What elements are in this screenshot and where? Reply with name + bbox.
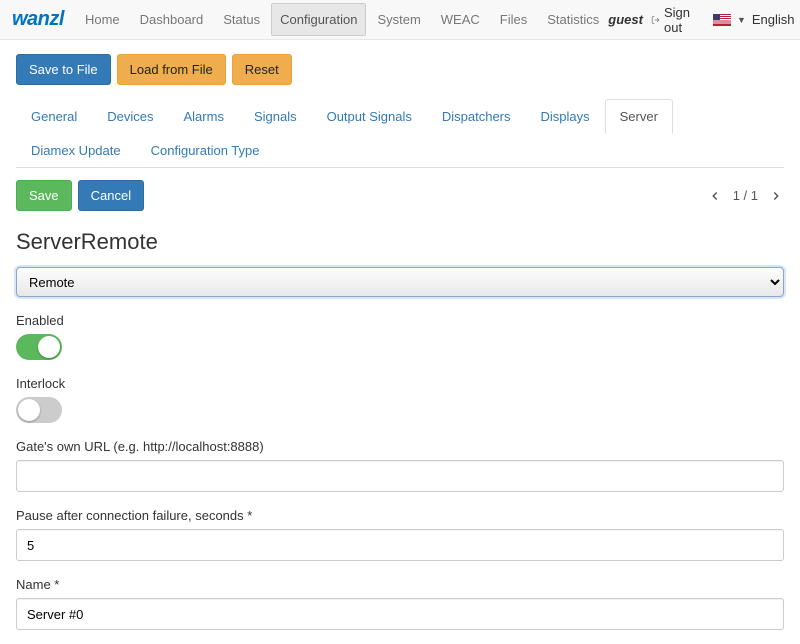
config-tabs: General Devices Alarms Signals Output Si… [16,99,784,168]
tab-diamex-update[interactable]: Diamex Update [16,133,136,168]
tab-output-signals[interactable]: Output Signals [312,99,427,134]
nav-status[interactable]: Status [214,3,269,36]
topbar-right: guest Sign out ▼ English [608,5,794,35]
caret-down-icon: ▼ [737,15,746,25]
field-name: Name * [16,577,784,630]
nav-home[interactable]: Home [76,3,129,36]
cancel-button[interactable]: Cancel [78,180,144,211]
name-label: Name * [16,577,784,592]
tab-server[interactable]: Server [605,99,673,134]
interlock-label: Interlock [16,376,784,391]
nav-dashboard[interactable]: Dashboard [131,3,213,36]
language-label: English [752,12,795,27]
enabled-toggle[interactable] [16,334,62,360]
topbar: wanzl Home Dashboard Status Configuratio… [0,0,800,40]
nav-statistics[interactable]: Statistics [538,3,608,36]
tab-devices[interactable]: Devices [92,99,168,134]
nav-weac[interactable]: WEAC [432,3,489,36]
tab-dispatchers[interactable]: Dispatchers [427,99,526,134]
content: Save to File Load from File Reset Genera… [0,40,800,644]
pager-text: 1 / 1 [733,188,758,203]
pager: 1 / 1 [707,188,784,204]
tab-signals[interactable]: Signals [239,99,312,134]
action-row: Save Cancel 1 / 1 [16,180,784,211]
pause-label: Pause after connection failure, seconds … [16,508,784,523]
logo: wanzl [12,8,64,31]
nav-files[interactable]: Files [491,3,536,36]
pause-input[interactable] [16,529,784,561]
tab-alarms[interactable]: Alarms [169,99,239,134]
gate-url-input[interactable] [16,460,784,492]
nav-configuration[interactable]: Configuration [271,3,366,36]
server-type-select[interactable]: Remote [16,267,784,297]
pager-next-icon[interactable] [768,188,784,204]
panel-title: ServerRemote [16,229,784,255]
flag-icon [713,14,731,26]
reset-button[interactable]: Reset [232,54,292,85]
tab-configuration-type[interactable]: Configuration Type [136,133,275,168]
toggle-knob [38,336,60,358]
nav-system[interactable]: System [368,3,429,36]
load-from-file-button[interactable]: Load from File [117,54,226,85]
pager-prev-icon[interactable] [707,188,723,204]
enabled-label: Enabled [16,313,784,328]
signout-icon [651,13,660,27]
signout-label: Sign out [664,5,695,35]
nav-items: Home Dashboard Status Configuration Syst… [76,3,608,36]
field-pause: Pause after connection failure, seconds … [16,508,784,561]
tab-general[interactable]: General [16,99,92,134]
toolbar-row: Save to File Load from File Reset [16,54,784,85]
interlock-toggle[interactable] [16,397,62,423]
user-label: guest [608,12,643,27]
language-selector[interactable]: ▼ English [713,12,795,27]
toggle-knob [18,399,40,421]
tab-displays[interactable]: Displays [526,99,605,134]
field-gate-url: Gate's own URL (e.g. http://localhost:88… [16,439,784,492]
field-interlock: Interlock [16,376,784,423]
save-button[interactable]: Save [16,180,72,211]
signout-link[interactable]: Sign out [651,5,695,35]
gate-url-label: Gate's own URL (e.g. http://localhost:88… [16,439,784,454]
save-to-file-button[interactable]: Save to File [16,54,111,85]
field-enabled: Enabled [16,313,784,360]
name-input[interactable] [16,598,784,630]
